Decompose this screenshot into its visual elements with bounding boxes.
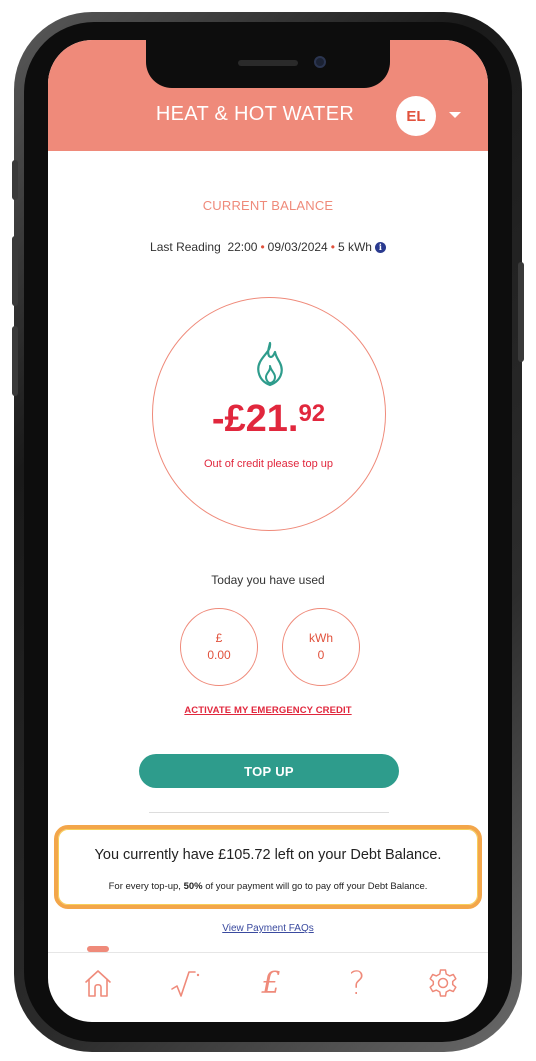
balance-status-message: Out of credit please top up bbox=[203, 458, 334, 470]
speaker-grille bbox=[238, 60, 298, 66]
debt-payment-text: For every top-up, 50% of your payment wi… bbox=[58, 881, 478, 892]
phone-notch bbox=[146, 40, 390, 88]
balance-amount-main: -£21. bbox=[211, 398, 299, 440]
debt-balance-text: You currently have £105.72 left on your … bbox=[94, 847, 442, 863]
chevron-down-icon[interactable] bbox=[449, 112, 461, 118]
payment-faqs-link[interactable]: View Payment FAQs bbox=[48, 923, 488, 934]
reading-date: 09/03/2024 bbox=[267, 240, 328, 254]
usage-energy-value: 0 bbox=[317, 648, 325, 662]
debt-sub-suffix: of your payment will go to pay off your … bbox=[202, 881, 428, 892]
app-screen: HEAT & HOT WATER EL CURRENT BALANCE Last… bbox=[48, 40, 488, 1022]
separator-dot: • bbox=[260, 240, 265, 254]
usage-graph-icon bbox=[171, 971, 200, 997]
reading-energy: 5 kWh bbox=[337, 240, 372, 254]
tab-settings[interactable] bbox=[418, 958, 468, 1008]
debt-sub-prefix: For every top-up, bbox=[108, 881, 184, 892]
pound-icon: £ bbox=[261, 965, 281, 1001]
top-up-button[interactable]: TOP UP bbox=[139, 754, 399, 788]
current-balance-label: CURRENT BALANCE bbox=[202, 198, 334, 213]
settings-icon bbox=[429, 969, 457, 997]
debt-sub-percent: 50% bbox=[183, 881, 203, 892]
side-button-right bbox=[518, 262, 524, 362]
usage-cost-unit: £ bbox=[215, 631, 223, 645]
emergency-credit-link[interactable]: ACTIVATE MY EMERGENCY CREDIT bbox=[48, 705, 488, 716]
tab-bar-divider bbox=[48, 952, 488, 953]
reading-time: 22:00 bbox=[227, 240, 258, 254]
home-icon bbox=[85, 970, 111, 997]
tab-home[interactable] bbox=[73, 958, 123, 1008]
last-reading-label: Last Reading bbox=[150, 240, 221, 254]
balance-amount-pence: 92 bbox=[298, 400, 326, 427]
balance-amount: -£21.92 bbox=[153, 398, 384, 441]
balance-dial: -£21.92 Out of credit please top up bbox=[152, 297, 386, 531]
help-icon: ? bbox=[348, 964, 366, 1002]
tab-payments[interactable]: £ bbox=[246, 958, 296, 1008]
debt-balance-notice: You currently have £105.72 left on your … bbox=[54, 825, 482, 909]
usage-cost-value: 0.00 bbox=[207, 648, 231, 662]
last-reading-row: Last Reading 22:00 • 09/03/2024 • 5 kWh i bbox=[48, 240, 488, 254]
side-button-left-2 bbox=[12, 236, 18, 306]
flame-icon bbox=[257, 341, 283, 387]
camera-lens bbox=[314, 56, 326, 68]
avatar[interactable]: EL bbox=[396, 96, 436, 136]
separator-dot: • bbox=[330, 240, 335, 254]
tab-usage[interactable] bbox=[160, 958, 210, 1008]
side-button-left-3 bbox=[12, 326, 18, 396]
side-button-left-1 bbox=[12, 160, 18, 200]
divider bbox=[149, 812, 389, 813]
usage-energy-circle: kWh 0 bbox=[282, 608, 360, 686]
usage-label: Today you have used bbox=[211, 573, 325, 587]
info-icon[interactable]: i bbox=[374, 242, 386, 254]
usage-cost-circle: £ 0.00 bbox=[180, 608, 258, 686]
usage-energy-unit: kWh bbox=[309, 631, 333, 645]
tab-help[interactable]: ? bbox=[332, 958, 382, 1008]
